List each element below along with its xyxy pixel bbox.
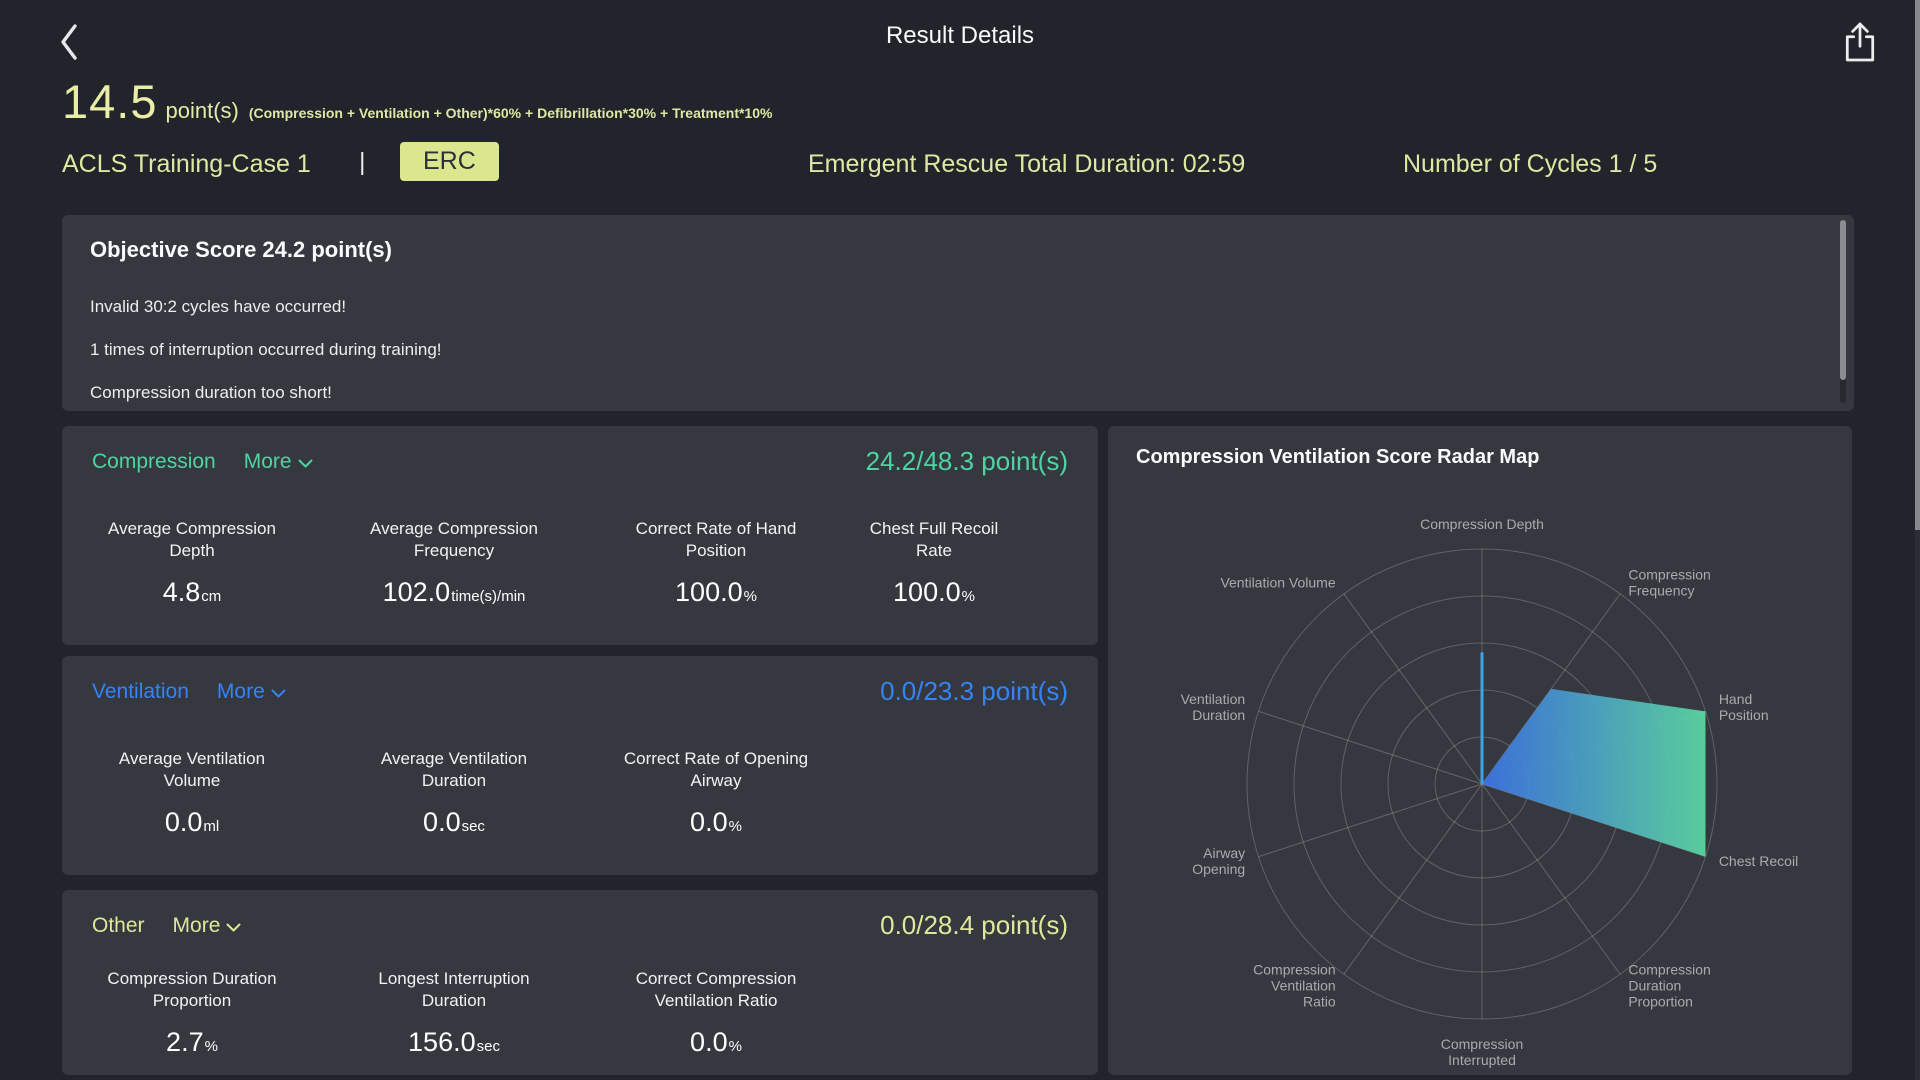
objective-score-panel: Objective Score 24.2 point(s) Invalid 30…	[62, 215, 1854, 411]
stat-unit: %	[728, 818, 742, 835]
stat-label: Correct Compression Ventilation Ratio	[635, 969, 797, 1010]
section-score: 24.2/48.3 point(s)	[865, 446, 1068, 476]
stat-chest-full-recoil-rate: Chest Full Recoil Rate 100.0%	[814, 518, 1054, 608]
objective-scrollbar[interactable]	[1840, 220, 1846, 403]
stat-correct-compression-ventilation-ratio: Correct Compression Ventilation Ratio 0.0…	[596, 968, 836, 1058]
stat-correct-hand-position-rate: Correct Rate of Hand Position 100.0%	[596, 518, 836, 608]
score-summary: 14.5 point(s) (Compression + Ventilation…	[62, 74, 772, 129]
stat-unit: sec	[461, 818, 485, 835]
section-score: 0.0/28.4 point(s)	[880, 910, 1068, 940]
stat-unit: %	[743, 588, 757, 605]
svg-text:CompressionVentilationRatio: Compression Ventilation Ratio	[1253, 961, 1336, 1009]
compression-panel-header: Compression More 24.2/48.3 point(s)	[92, 446, 1068, 477]
stat-value: 0.0	[690, 1027, 728, 1057]
compression-more-button[interactable]: More	[244, 450, 313, 474]
stat-longest-interruption-duration: Longest Interruption Duration 156.0 sec	[334, 968, 574, 1058]
section-title: Other	[92, 913, 145, 937]
ventilation-more-button[interactable]: More	[217, 680, 286, 704]
protocol-badge: ERC	[400, 142, 499, 181]
stat-average-compression-depth: Average Compression Depth 4.8 cm	[72, 518, 312, 608]
section-title: Compression	[92, 449, 216, 473]
page-scrollbar[interactable]	[1915, 0, 1920, 1080]
separator: |	[359, 148, 366, 176]
stat-value: 156.0	[408, 1027, 476, 1057]
stat-unit: time(s)/min	[451, 588, 526, 605]
chevron-left-icon	[58, 24, 84, 66]
svg-text:CompressionDurationProportion: Compression Duration Proportion	[1628, 961, 1710, 1009]
stat-value: 100.0	[893, 577, 961, 607]
chevron-down-icon	[271, 680, 286, 704]
stat-unit: %	[961, 588, 975, 605]
stat-average-compression-frequency: Average Compression Frequency 102.0 time(s…	[334, 518, 574, 608]
section-title: Ventilation	[92, 679, 189, 703]
other-panel: Other More 0.0/28.4 point(s) Compression…	[62, 890, 1098, 1075]
objective-score-title: Objective Score 24.2 point(s)	[90, 237, 392, 262]
section-score: 0.0/23.3 point(s)	[880, 676, 1068, 706]
stat-average-ventilation-volume: Average Ventilation Volume 0.0 ml	[72, 748, 312, 838]
stat-label: Correct Rate of Hand Position	[635, 519, 797, 560]
other-panel-header: Other More 0.0/28.4 point(s)	[92, 910, 1068, 941]
stat-label: Chest Full Recoil Rate	[869, 519, 999, 560]
stat-label: Average Ventilation Duration	[380, 749, 528, 790]
chevron-down-icon	[226, 914, 241, 938]
objective-scrollbar-thumb[interactable]	[1840, 220, 1846, 380]
svg-text:AirwayOpening: Airway Opening	[1192, 845, 1245, 877]
share-button[interactable]	[1842, 20, 1878, 64]
stat-value: 2.7	[166, 1027, 204, 1057]
chevron-down-icon	[298, 450, 313, 474]
stat-value: 0.0	[690, 807, 728, 837]
stat-unit: %	[728, 1038, 742, 1055]
svg-text:HandPosition: Hand Position	[1719, 691, 1769, 723]
stat-label: Average Compression Frequency	[370, 519, 538, 560]
stat-label: Average Compression Depth	[108, 519, 276, 560]
stat-unit: cm	[201, 588, 222, 605]
stat-value: 102.0	[382, 577, 451, 607]
stat-average-ventilation-duration: Average Ventilation Duration 0.0 sec	[334, 748, 574, 838]
total-score-value: 14.5	[62, 75, 158, 128]
rescue-duration-label: Emergent Rescue Total Duration: 02:59	[808, 150, 1246, 178]
back-button[interactable]	[58, 22, 84, 62]
svg-text:VentilationDuration: Ventilation Duration	[1181, 691, 1246, 723]
more-label: More	[243, 449, 292, 473]
total-score-unit: point(s)	[165, 98, 239, 123]
stat-value: 0.0	[423, 807, 461, 837]
ventilation-panel-header: Ventilation More 0.0/23.3 point(s)	[92, 676, 1068, 707]
stat-compression-duration-proportion: Compression Duration Proportion 2.7%	[72, 968, 312, 1058]
objective-message: Compression duration too short!	[90, 383, 332, 402]
page-title: Result Details	[885, 22, 1035, 49]
other-more-button[interactable]: More	[173, 914, 242, 938]
objective-message: 1 times of interruption occurred during …	[90, 340, 442, 359]
svg-text:Chest Recoil: Chest Recoil	[1719, 853, 1798, 869]
stat-unit: ml	[203, 818, 220, 835]
page-scrollbar-thumb[interactable]	[1915, 0, 1920, 530]
radar-chart: Compression Depth Compression Frequency Han…	[1181, 516, 1799, 1068]
svg-text:Ventilation Volume: Ventilation Volume	[1220, 575, 1335, 591]
case-name: ACLS Training-Case 1	[62, 150, 311, 178]
score-formula: (Compression + Ventilation + Other)*60% …	[248, 105, 773, 121]
svg-text:CompressionInterrupted: Compression Interrupted	[1441, 1036, 1523, 1068]
stat-label: Longest Interruption Duration	[378, 969, 530, 1010]
compression-panel: Compression More 24.2/48.3 point(s) Aver…	[62, 426, 1098, 645]
ventilation-panel: Ventilation More 0.0/23.3 point(s) Avera…	[62, 656, 1098, 875]
objective-message: Invalid 30:2 cycles have occurred!	[90, 297, 347, 316]
stat-value: 100.0	[675, 577, 743, 607]
cycles-label: Number of Cycles 1 / 5	[1403, 150, 1658, 178]
stat-value: 0.0	[164, 807, 203, 837]
more-label: More	[172, 913, 221, 937]
session-info-row: ACLS Training-Case 1 | ERC Emergent Resc…	[62, 142, 1856, 186]
stat-value: 4.8	[162, 577, 201, 607]
stat-label: Average Ventilation Volume	[118, 749, 266, 790]
svg-text:CompressionFrequency: Compression Frequency	[1628, 567, 1710, 599]
stat-unit: %	[204, 1038, 218, 1055]
stat-unit: sec	[476, 1038, 500, 1055]
radar-panel: Compression Ventilation Score Radar Map …	[1108, 426, 1852, 1075]
stat-label: Compression Duration Proportion	[107, 969, 277, 1010]
more-label: More	[216, 679, 265, 703]
stat-correct-opening-airway-rate: Correct Rate of Opening Airway 0.0%	[596, 748, 836, 838]
stat-label: Correct Rate of Opening Airway	[623, 749, 809, 790]
svg-text:Compression Depth: Compression Depth	[1420, 516, 1544, 532]
share-export-icon	[1842, 22, 1878, 68]
